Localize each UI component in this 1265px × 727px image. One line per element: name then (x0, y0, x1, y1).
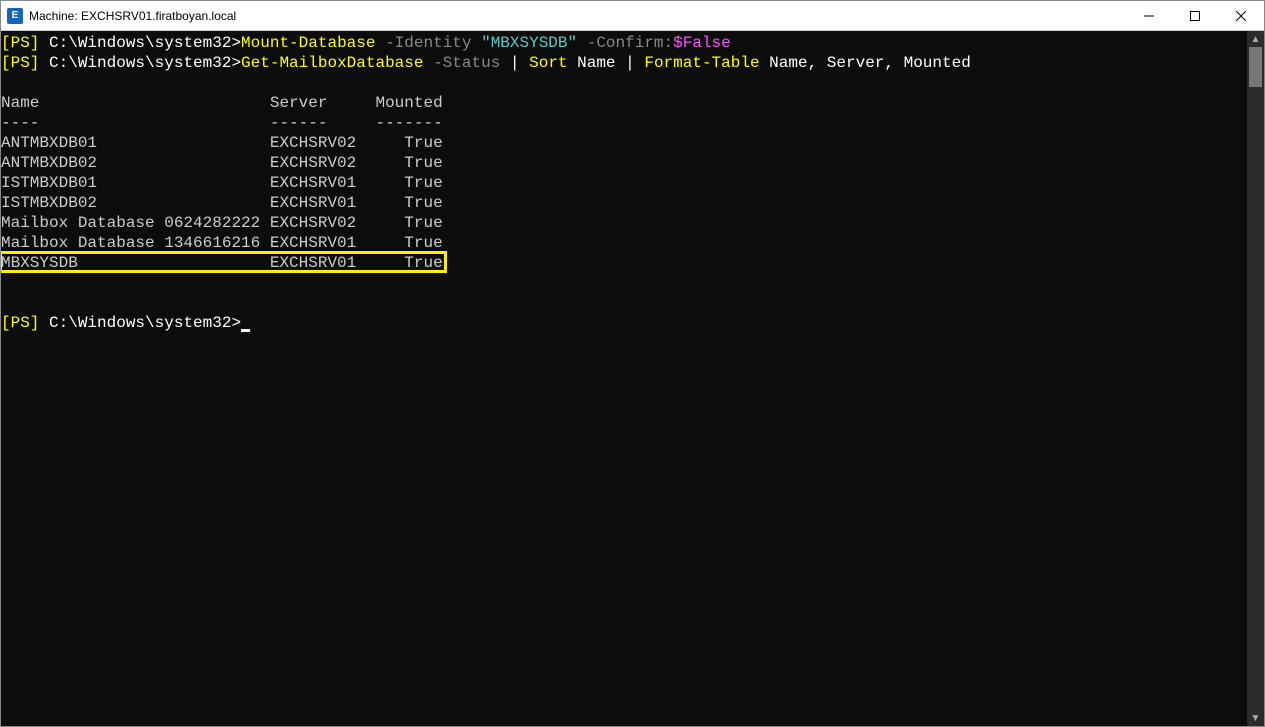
table-cell-text: MBXSYSDB EXCHSRV01 True (1, 254, 443, 272)
prompt-ps: [PS] (1, 54, 49, 72)
pipe: | (500, 54, 529, 72)
table-row: ANTMBXDB01 EXCHSRV02 True (1, 133, 1247, 153)
maximize-button[interactable] (1172, 1, 1218, 30)
cmd-arg: Name, Server, Mounted (769, 54, 971, 72)
table-row: ISTMBXDB01 EXCHSRV01 True (1, 173, 1247, 193)
minimize-button[interactable] (1126, 1, 1172, 30)
terminal-line: [PS] C:\Windows\system32> (1, 313, 1247, 333)
prompt-ps: [PS] (1, 314, 49, 332)
cmd-string-value: "MBXSYSDB" (481, 34, 587, 52)
cmd-name: Sort (529, 54, 577, 72)
app-icon: E (7, 8, 23, 24)
table-cell-text: ISTMBXDB02 EXCHSRV01 True (1, 194, 443, 212)
scrollbar[interactable]: ▲ ▼ (1247, 31, 1264, 726)
table-header: Name Server Mounted (1, 94, 443, 112)
minimize-icon (1144, 11, 1154, 21)
cursor (241, 329, 250, 332)
cmd-name: Mount-Database (241, 34, 385, 52)
cmd-arg: Name (577, 54, 615, 72)
table-row: Mailbox Database 0624282222 EXCHSRV02 Tr… (1, 213, 1247, 233)
table-row: Mailbox Database 1346616216 EXCHSRV01 Tr… (1, 233, 1247, 253)
table-row: MBXSYSDB EXCHSRV01 True (1, 253, 1247, 273)
terminal-line (1, 293, 1247, 313)
terminal-line: Name Server Mounted (1, 93, 1247, 113)
terminal-line: ---- ------ ------- (1, 113, 1247, 133)
maximize-icon (1190, 11, 1200, 21)
scroll-thumb[interactable] (1249, 47, 1262, 87)
terminal-area: [PS] C:\Windows\system32>Mount-Database … (1, 31, 1264, 726)
cmd-param: -Confirm: (587, 34, 673, 52)
prompt-path: C:\Windows\system32> (49, 34, 241, 52)
cmd-param: -Identity (385, 34, 481, 52)
terminal-line (1, 273, 1247, 293)
window-title: Machine: EXCHSRV01.firatboyan.local (29, 9, 1126, 23)
prompt-path: C:\Windows\system32> (49, 54, 241, 72)
close-button[interactable] (1218, 1, 1264, 30)
table-divider: ---- ------ ------- (1, 114, 443, 132)
table-row: ISTMBXDB02 EXCHSRV01 True (1, 193, 1247, 213)
app-window: E Machine: EXCHSRV01.firatboyan.local [P… (0, 0, 1265, 727)
table-cell-text: ISTMBXDB01 EXCHSRV01 True (1, 174, 443, 192)
cmd-param: -Status (433, 54, 500, 72)
cmd-name: Format-Table (644, 54, 769, 72)
close-icon (1236, 11, 1246, 21)
table-cell-text: ANTMBXDB01 EXCHSRV02 True (1, 134, 443, 152)
pipe: | (616, 54, 645, 72)
terminal-line: [PS] C:\Windows\system32>Mount-Database … (1, 33, 1247, 53)
prompt-ps: [PS] (1, 34, 49, 52)
cmd-variable: $False (673, 34, 731, 52)
window-controls (1126, 1, 1264, 30)
scroll-down-arrow-icon[interactable]: ▼ (1247, 710, 1264, 726)
table-row: ANTMBXDB02 EXCHSRV02 True (1, 153, 1247, 173)
titlebar[interactable]: E Machine: EXCHSRV01.firatboyan.local (1, 1, 1264, 31)
terminal-output[interactable]: [PS] C:\Windows\system32>Mount-Database … (1, 31, 1247, 726)
terminal-line (1, 73, 1247, 93)
table-cell-text: ANTMBXDB02 EXCHSRV02 True (1, 154, 443, 172)
terminal-line: [PS] C:\Windows\system32>Get-MailboxData… (1, 53, 1247, 73)
prompt-path: C:\Windows\system32> (49, 314, 241, 332)
cmd-name: Get-MailboxDatabase (241, 54, 433, 72)
table-cell-text: Mailbox Database 1346616216 EXCHSRV01 Tr… (1, 234, 443, 252)
scroll-up-arrow-icon[interactable]: ▲ (1247, 31, 1264, 47)
table-cell-text: Mailbox Database 0624282222 EXCHSRV02 Tr… (1, 214, 443, 232)
